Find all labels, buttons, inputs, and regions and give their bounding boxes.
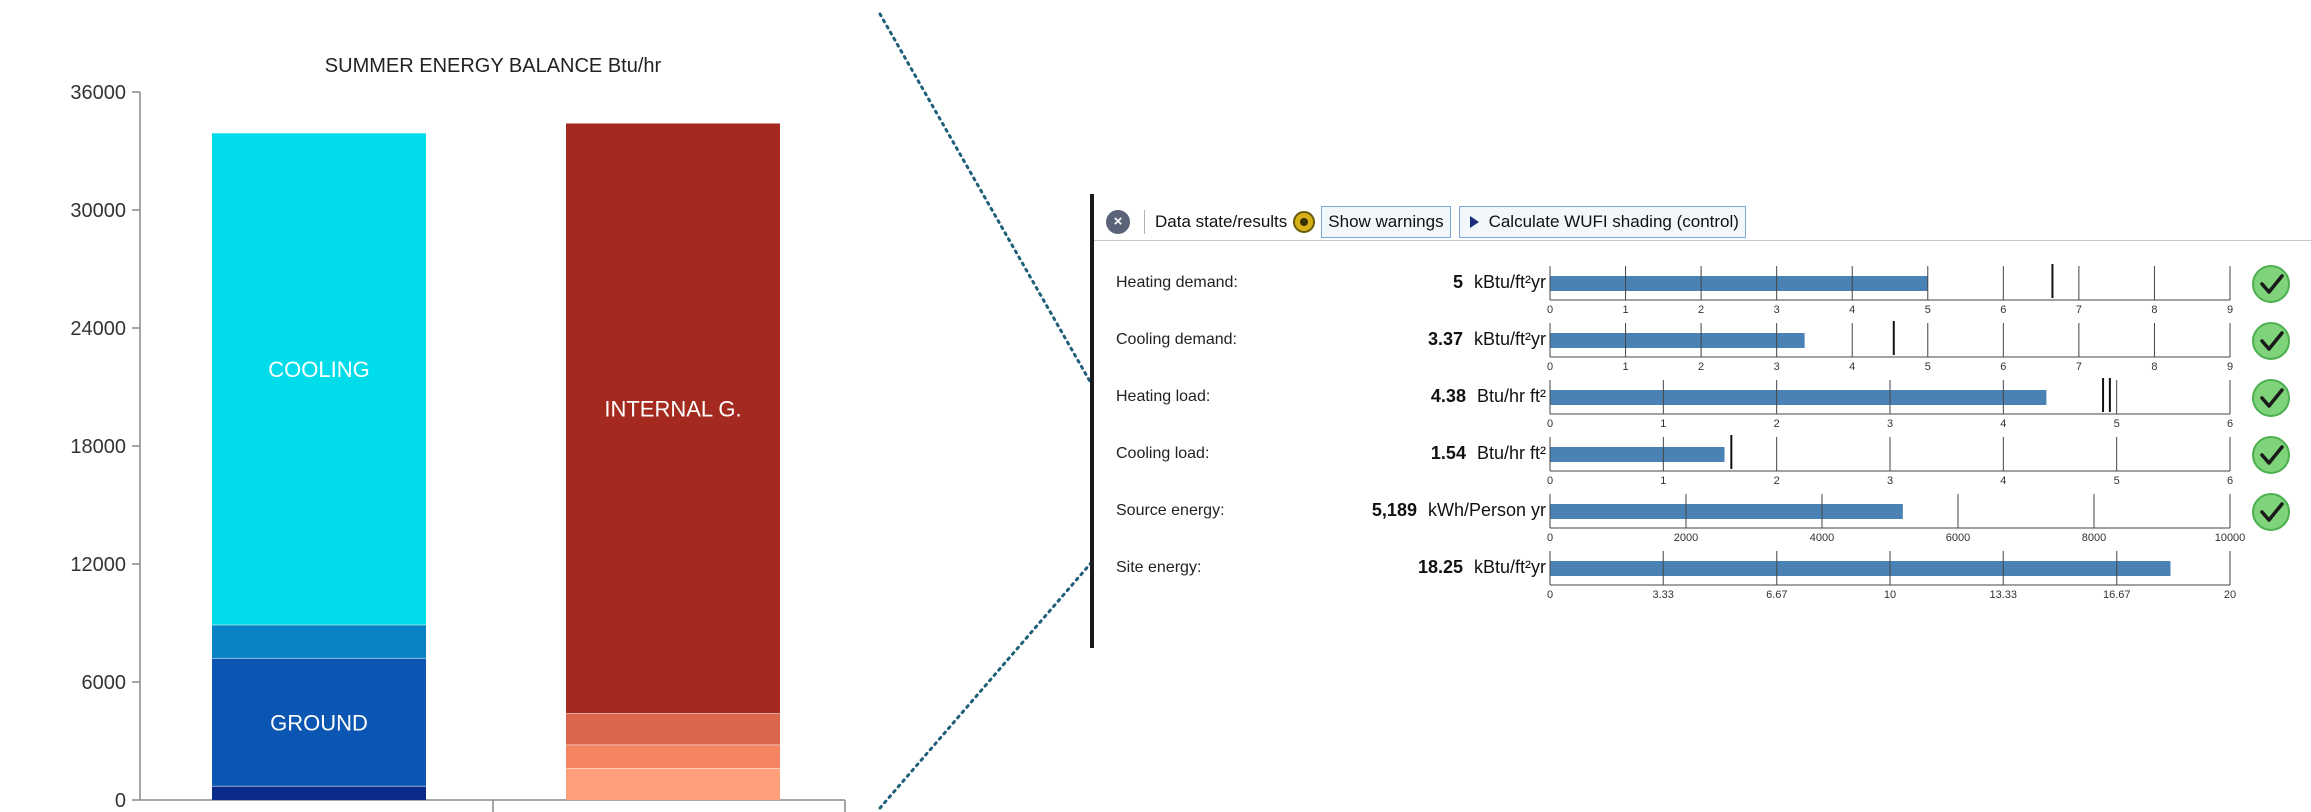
bar-tick-label: 1 [1660,418,1666,430]
check-icon [2252,493,2290,531]
bar-tick-label: 6 [2227,418,2233,430]
bar-tick-label: 0 [1547,532,1553,544]
y-tick-label: 30000 [70,200,126,222]
bar-tick-label: 2000 [1674,532,1698,544]
bar-tick-label: 4 [2000,475,2006,487]
bar-tick-label: 0 [1547,361,1553,373]
value-bar [1550,504,1903,519]
bar-tick-label: 6 [2227,475,2233,487]
bar-tick-label: 5 [1925,361,1931,373]
y-tick-label: 0 [115,790,126,812]
bar-tick-label: 9 [2227,361,2233,373]
bar-tick-label: 3 [1774,304,1780,316]
bar-segment [212,624,426,659]
bar-tick-label: 9 [2227,304,2233,316]
y-tick-label: 12000 [70,554,126,576]
bar-tick-label: 13.33 [1989,589,2017,601]
summer-energy-balance-chart: SUMMER ENERGY BALANCE Btu/hr 36000 30000 2… [70,55,846,812]
chart-title: SUMMER ENERGY BALANCE Btu/hr [325,55,662,77]
results-panel: × Data state/results Show warnings Calcu… [1090,194,2311,648]
bar-segment [566,768,780,800]
bar-tick-label: 4 [2000,418,2006,430]
bar-tick-label: 5 [2114,418,2120,430]
bar-tick-label: 16.67 [2103,589,2131,601]
bar-tick-label: 0 [1547,304,1553,316]
bar-tick-label: 6 [2000,361,2006,373]
check-icon [2252,436,2290,474]
value-bar [1550,333,1805,348]
value-bar [1550,561,2171,576]
bar-segment [566,744,780,769]
bar-tick-label: 8000 [2082,532,2106,544]
y-tick-label: 36000 [70,82,126,104]
bar-tick-label: 6 [2000,304,2006,316]
bar-tick-label: 3.33 [1653,589,1674,601]
value-bar [1550,276,1928,291]
bar-tick-label: 5 [2114,475,2120,487]
segment-label: COOLING [268,357,369,382]
segment-label: GROUND [270,710,368,735]
results-bar-charts: 0 1 2 3 4 5 6 7 8 9 0 1 2 3 4 5 6 7 8 9 0 1 2 3 4 5 6 0 1 2 3 4 5 6 0 2000 4… [1547,264,2290,601]
bar-tick-label: 8 [2151,361,2157,373]
bar-tick-label: 5 [1925,304,1931,316]
bar-tick-label: 6000 [1946,532,1970,544]
check-icon [2252,379,2290,417]
bar-tick-label: 1 [1622,361,1628,373]
bar-segment [566,713,780,745]
bar-tick-label: 2 [1698,304,1704,316]
y-tick-label: 24000 [70,318,126,340]
value-bar [1550,447,1725,462]
bar-tick-label: 4 [1849,304,1855,316]
bar-tick-label: 0 [1547,475,1553,487]
bar-tick-label: 2 [1774,418,1780,430]
bar-tick-label: 10000 [2215,532,2246,544]
bar-tick-label: 10 [1884,589,1896,601]
bar-tick-label: 0 [1547,589,1553,601]
check-icon [2252,322,2290,360]
bar-segment [212,786,426,800]
bar-tick-label: 4 [1849,361,1855,373]
bar-tick-label: 7 [2076,304,2082,316]
bar-tick-label: 7 [2076,361,2082,373]
bar-tick-label: 1 [1622,304,1628,316]
bar-tick-label: 3 [1887,418,1893,430]
bar-tick-label: 6.67 [1766,589,1787,601]
bar-tick-label: 0 [1547,418,1553,430]
segment-label: INTERNAL G. [604,397,741,422]
y-tick-label: 18000 [70,436,126,458]
value-bar [1550,390,2047,405]
bar-tick-label: 3 [1887,475,1893,487]
stacked-bars: GROUND COOLING INTERNAL G. [212,123,780,800]
y-tick-label: 6000 [82,672,127,694]
bar-tick-label: 2 [1698,361,1704,373]
check-icon [2252,265,2290,303]
bar-tick-label: 4000 [1810,532,1834,544]
bar-tick-label: 20 [2224,589,2236,601]
bar-tick-label: 1 [1660,475,1666,487]
bar-tick-label: 8 [2151,304,2157,316]
bar-tick-label: 3 [1774,361,1780,373]
bar-tick-label: 2 [1774,475,1780,487]
